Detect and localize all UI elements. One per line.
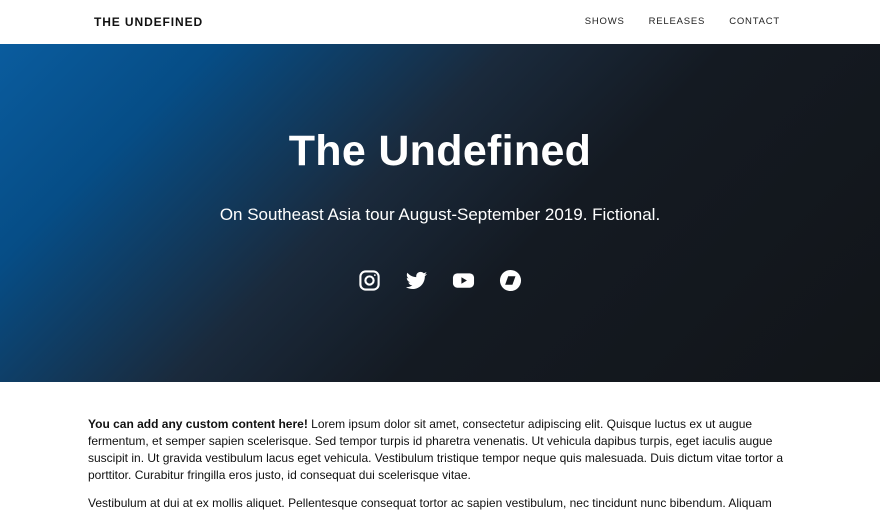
hero-title: The Undefined (288, 127, 592, 175)
content-paragraph-2: Vestibulum at dui at ex mollis aliquet. … (88, 496, 772, 510)
hero-subtitle: On Southeast Asia tour August-September … (219, 205, 661, 224)
main-content: You can add any custom content here! Lor… (88, 416, 792, 523)
bandcamp-icon[interactable] (499, 269, 522, 292)
nav-link-contact[interactable]: CONTACT (729, 15, 780, 29)
nav-links: SHOWS RELEASES CONTACT (585, 15, 780, 29)
instagram-icon[interactable] (358, 269, 381, 292)
top-nav: THE UNDEFINED SHOWS RELEASES CONTACT (0, 0, 880, 44)
social-links (0, 269, 880, 292)
hero-banner: The Undefined On Southeast Asia tour Aug… (0, 44, 880, 382)
content-lead: You can add any custom content here! (88, 417, 308, 431)
twitter-icon[interactable] (405, 269, 428, 292)
nav-link-releases[interactable]: RELEASES (649, 15, 706, 29)
nav-link-shows[interactable]: SHOWS (585, 15, 625, 29)
content-paragraph-1: You can add any custom content here! Lor… (88, 416, 792, 484)
youtube-icon[interactable] (452, 269, 475, 292)
brand-logo-link[interactable]: THE UNDEFINED (94, 14, 203, 30)
